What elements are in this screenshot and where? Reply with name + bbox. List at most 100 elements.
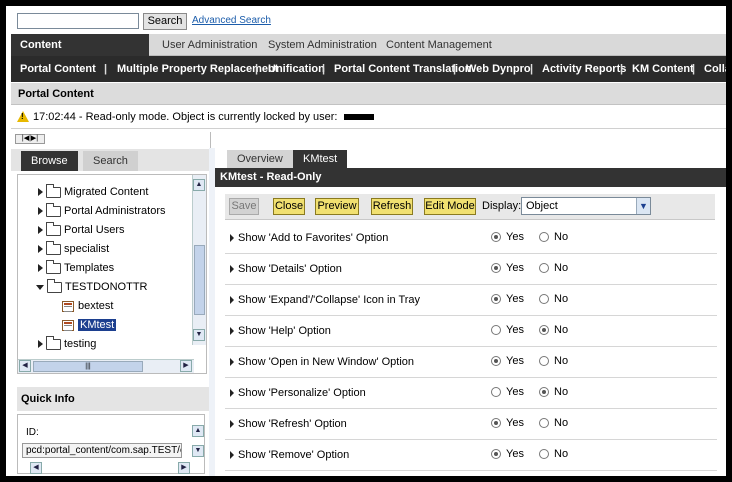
expand-icon[interactable] [38,340,43,349]
scroll-thumb[interactable] [194,245,205,315]
yes-label: Yes [506,324,524,336]
display-select[interactable]: Object ▼ [521,197,651,215]
tab-overview[interactable]: Overview [227,150,293,168]
close-button[interactable]: Close [273,198,305,215]
status-message-bar: 17:02:44 - Read-only mode. Object is cur… [11,105,726,129]
no-radio[interactable] [539,294,549,304]
tree-horizontal-scrollbar[interactable]: ◀ ||| ▶ [18,359,194,373]
nav-separator: | [692,63,696,75]
folder-icon [46,221,61,236]
expand-icon[interactable] [38,188,43,197]
expand-icon[interactable] [38,245,43,254]
top-search-bar: Search Advanced Search [6,6,726,34]
yes-radio[interactable] [491,263,501,273]
scroll-right-icon[interactable]: ▶ [180,360,192,372]
tree-vertical-scrollbar[interactable]: ▲ ▼ [192,175,206,345]
no-radio[interactable] [539,325,549,335]
nav-colla[interactable]: Colla [704,56,726,82]
panel-collapse-control[interactable]: |◀|▶| [15,134,45,144]
collapse-icon[interactable] [36,284,44,290]
tree-item-testing[interactable]: testing [38,335,96,354]
nav-separator: | [322,63,326,75]
scroll-up-icon[interactable]: ▲ [193,179,205,191]
no-radio[interactable] [539,418,549,428]
nav-activity-reports[interactable]: Activity Reports [542,56,626,82]
yes-label: Yes [506,448,524,460]
yes-radio[interactable] [491,418,501,428]
no-radio[interactable] [539,449,549,459]
tab-system-administration[interactable]: System Administration [259,34,386,56]
property-label[interactable]: Show 'Help' Option [230,325,331,337]
tree-item-specialist[interactable]: specialist [38,240,109,259]
expand-icon[interactable] [38,207,43,216]
nav-portal-content-translation[interactable]: Portal Content Translation [334,56,472,82]
editor-title: KMtest - Read-Only [215,168,726,187]
no-radio[interactable] [539,356,549,366]
expand-icon [230,296,234,305]
edit-mode-button[interactable]: Edit Mode [424,198,476,215]
id-value-field[interactable]: pcd:portal_content/com.sap.TEST/com [22,443,182,458]
chevron-down-icon[interactable]: ▼ [636,198,650,214]
second-level-navigation: Portal Content | Multiple Property Repla… [11,56,726,82]
folder-icon [46,240,61,255]
tree-item-testdonottr[interactable]: TESTDONOTTR [36,278,148,297]
yes-radio[interactable] [491,294,501,304]
nav-separator: | [104,63,108,75]
property-label[interactable]: Show 'Open in New Window' Option [230,356,414,368]
save-button[interactable]: Save [229,198,259,215]
tab-browse[interactable]: Browse [21,151,78,171]
scroll-up-icon[interactable]: ▲ [192,425,204,437]
expand-icon [230,327,234,336]
tab-content-management[interactable]: Content Management [377,34,501,56]
no-label: No [554,231,569,243]
scroll-down-icon[interactable]: ▼ [193,329,205,341]
property-label[interactable]: Show 'Add to Favorites' Option [230,232,388,244]
tab-content-administration[interactable]: Content Administration [11,34,149,73]
nav-separator: | [453,63,457,75]
property-label[interactable]: Show 'Remove' Option [230,449,349,461]
nav-separator: | [620,63,624,75]
quick-info-header[interactable]: Quick Info [17,387,211,411]
tree-item-bextest[interactable]: bextest [62,297,113,316]
property-label[interactable]: Show 'Expand'/'Collapse' Icon in Tray [230,294,420,306]
folder-icon [46,259,61,274]
yes-label: Yes [506,293,524,305]
nav-unification[interactable]: Unification [268,56,325,82]
scroll-right-icon[interactable]: ▶ [178,462,190,474]
no-radio[interactable] [539,232,549,242]
scroll-left-icon[interactable]: ◀ [19,360,31,372]
yes-radio[interactable] [491,325,501,335]
tab-user-administration[interactable]: User Administration [153,34,266,56]
property-label[interactable]: Show 'Refresh' Option [230,418,347,430]
property-label[interactable]: Show 'Personalize' Option [230,387,366,399]
tab-kmtest[interactable]: KMtest [293,150,348,168]
search-input[interactable] [17,13,139,29]
yes-radio[interactable] [491,232,501,242]
tree-item-kmtest[interactable]: KMtest [62,316,117,335]
yes-label: Yes [506,262,524,274]
yes-radio[interactable] [491,356,501,366]
tree-item-portal-users[interactable]: Portal Users [38,221,125,240]
nav-web-dynpro[interactable]: Web Dynpro [466,56,531,82]
property-label[interactable]: Show 'Details' Option [230,263,342,275]
expand-icon[interactable] [38,226,43,235]
nav-km-content[interactable]: KM Content [632,56,694,82]
preview-button[interactable]: Preview [315,198,359,215]
search-button[interactable]: Search [143,13,187,30]
scroll-down-icon[interactable]: ▼ [192,445,204,457]
no-radio[interactable] [539,387,549,397]
tree-item-migrated-content[interactable]: Migrated Content [38,183,148,202]
redacted-username [343,114,374,121]
tab-search[interactable]: Search [83,151,138,171]
yes-radio[interactable] [491,449,501,459]
expand-icon[interactable] [38,264,43,273]
refresh-button[interactable]: Refresh [371,198,413,215]
advanced-search-link[interactable]: Advanced Search [192,15,271,26]
scroll-left-icon[interactable]: ◀ [30,462,42,474]
yes-radio[interactable] [491,387,501,397]
scroll-thumb[interactable]: ||| [33,361,143,372]
tree-item-templates[interactable]: Templates [38,259,114,278]
tree-item-portal-administrators[interactable]: Portal Administrators [38,202,165,221]
nav-portal-content[interactable]: Portal Content [20,56,96,82]
no-radio[interactable] [539,263,549,273]
